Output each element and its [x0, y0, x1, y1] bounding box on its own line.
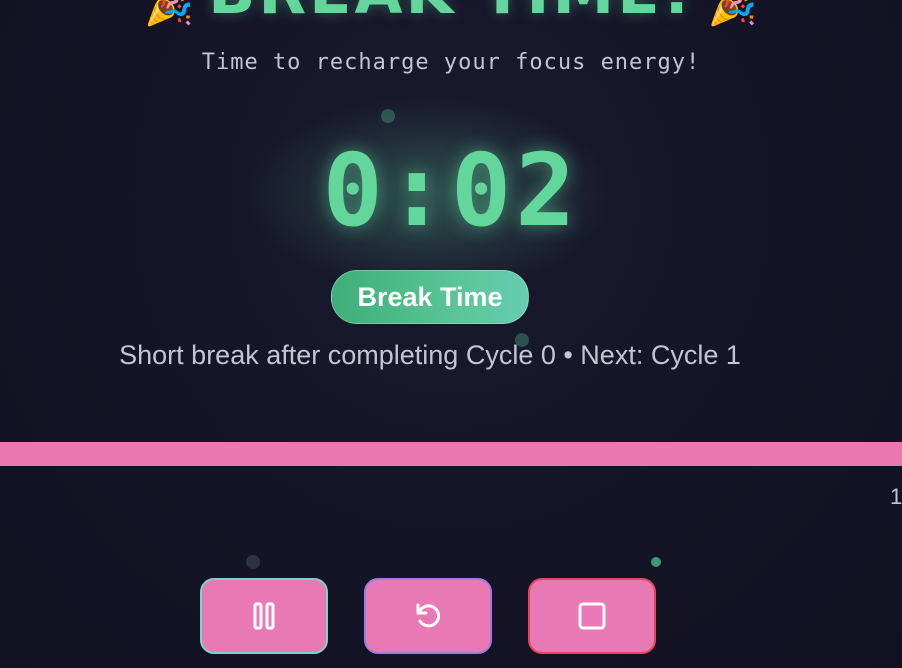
session-info: Short break after completing Cycle 0 • N…	[119, 340, 741, 370]
stop-button[interactable]	[528, 578, 656, 654]
countdown-timer: 0:02	[322, 132, 580, 249]
break-heading: 🎉 BREAK TIME! 🎉	[0, 0, 902, 28]
break-screen: 🎉 BREAK TIME! 🎉 Time to recharge your fo…	[0, 0, 902, 668]
stop-icon	[578, 602, 606, 630]
pause-icon	[253, 602, 275, 630]
progress-bar	[0, 442, 902, 466]
page-title: BREAK TIME!	[208, 0, 694, 28]
progress-side-label: 1	[890, 484, 902, 509]
decorative-particle	[246, 555, 260, 569]
party-popper-icon-right: 🎉	[707, 0, 758, 28]
decorative-particle	[651, 557, 661, 567]
page-subtitle: Time to recharge your focus energy!	[201, 50, 701, 75]
restart-button[interactable]	[364, 578, 492, 654]
restart-icon	[416, 603, 441, 628]
pause-button[interactable]	[200, 578, 328, 654]
party-popper-icon-left: 🎉	[144, 0, 195, 28]
mode-badge: Break Time	[331, 270, 529, 324]
progress-bar-fill	[0, 442, 902, 466]
